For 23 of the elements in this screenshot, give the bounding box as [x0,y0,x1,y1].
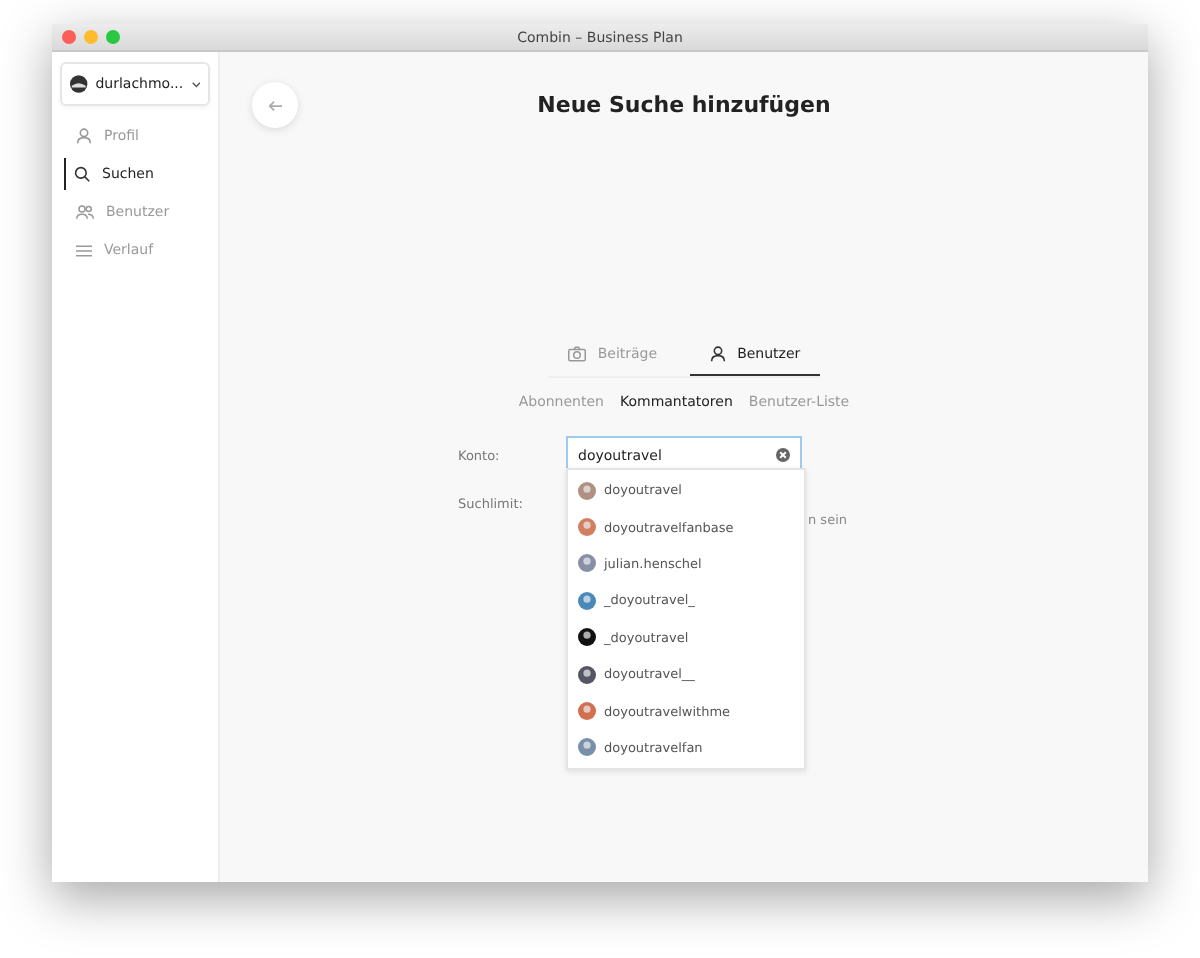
users-icon [76,204,94,220]
camera-icon [567,346,586,362]
avatar-icon [578,518,596,537]
avatar-icon [70,74,88,94]
person-icon [76,128,92,144]
avatar-icon [578,481,596,500]
avatar-icon [578,665,596,684]
search-icon [74,166,90,182]
avatar-icon [578,738,596,757]
zoom-button[interactable] [106,30,120,44]
avatar-icon [578,702,596,721]
close-button[interactable] [62,30,76,44]
page-title: Neue Suche hinzufügen [535,92,833,118]
avatar-icon [578,628,596,647]
arrow-left-icon [268,99,282,111]
avatar-icon [578,554,596,573]
avatar-icon [578,591,596,610]
person-icon [709,346,726,362]
back-button[interactable] [252,82,298,128]
chevron-down-icon [191,81,200,87]
clear-icon[interactable] [776,448,790,462]
minimize-button[interactable] [84,30,98,44]
list-icon [76,243,92,257]
